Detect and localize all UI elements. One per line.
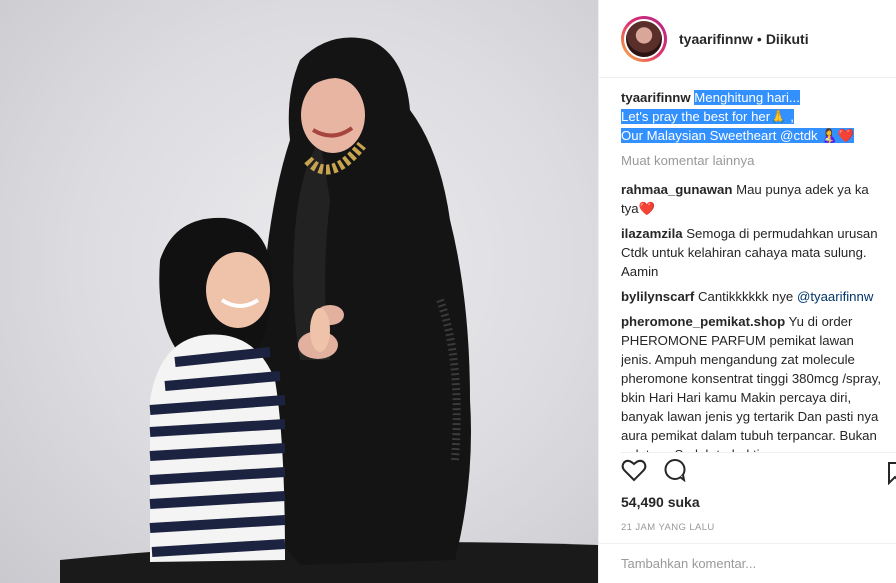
- comment-mention[interactable]: @tyaarifinnw: [797, 289, 873, 304]
- comment-username[interactable]: bylilynscarf: [621, 289, 694, 304]
- likes-count[interactable]: 54,490 suka: [621, 494, 700, 510]
- heart-icon[interactable]: [621, 458, 647, 487]
- bookmark-icon[interactable]: [887, 461, 896, 490]
- comment-username[interactable]: ilazamzila: [621, 226, 683, 241]
- post-photo-illustration: [60, 37, 598, 583]
- comment-item: rahmaa_gunawan Mau punya adek ya ka tya❤…: [621, 180, 887, 218]
- post-sidebar: tyaarifinnw • Diikuti tyaarifinnw Menghi…: [598, 0, 896, 583]
- comment-input[interactable]: [621, 556, 871, 571]
- caption-line: Let's pray the best for her🙏 ,: [621, 109, 794, 124]
- avatar[interactable]: [621, 15, 667, 62]
- action-bar: [621, 452, 896, 492]
- caption-line: Our Malaysian Sweetheart @ctdk 🤱❤️: [621, 128, 855, 143]
- add-comment-bar: [599, 543, 896, 583]
- caption-username[interactable]: tyaarifinnw: [621, 90, 691, 105]
- comment-item: ilazamzila Semoga di permudahkan urusan …: [621, 224, 887, 281]
- comments-list[interactable]: tyaarifinnw Menghitung hari... Let's pra…: [621, 88, 887, 452]
- post-photo[interactable]: [0, 0, 598, 583]
- comment-text: Yu di order PHEROMONE PARFUM pemikat law…: [621, 314, 881, 452]
- comment-username[interactable]: rahmaa_gunawan: [621, 182, 732, 197]
- comment-item: pheromone_pemikat.shop Yu di order PHERO…: [621, 312, 887, 452]
- header-username[interactable]: tyaarifinnw: [679, 31, 753, 47]
- caption: tyaarifinnw Menghitung hari... Let's pra…: [621, 88, 887, 145]
- load-more-comments[interactable]: Muat komentar lainnya: [621, 151, 887, 170]
- caption-line: Menghitung hari...: [694, 90, 800, 105]
- header-separator: •: [756, 30, 762, 47]
- avatar-image: [624, 18, 664, 59]
- comment-icon[interactable]: [663, 458, 687, 487]
- follow-status-button[interactable]: Diikuti: [766, 31, 809, 47]
- comment-text: Cantikkkkkk nye: [697, 289, 794, 304]
- comment-username[interactable]: pheromone_pemikat.shop: [621, 314, 785, 329]
- post-timestamp[interactable]: 21 JAM YANG LALU: [621, 522, 715, 533]
- comment-item: bylilynscarf Cantikkkkkk nye @tyaarifinn…: [621, 287, 887, 306]
- post-header: tyaarifinnw • Diikuti: [599, 0, 896, 78]
